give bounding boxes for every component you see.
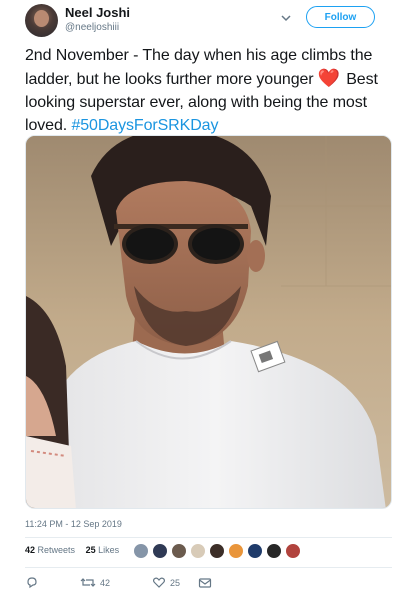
retweets-stat[interactable]: 42 Retweets: [25, 545, 75, 555]
divider: [25, 567, 392, 568]
like-count: 25: [170, 577, 181, 588]
heart-emoji: ❤️: [317, 68, 341, 88]
tweet-stats: 42 Retweets 25 Likes: [25, 545, 127, 555]
divider: [25, 537, 392, 538]
avatar[interactable]: [228, 543, 244, 559]
handle[interactable]: @neeljoshiii: [65, 22, 119, 33]
envelope-icon: [198, 577, 212, 588]
reply-button[interactable]: [25, 576, 80, 589]
likes-label: Likes: [98, 545, 120, 555]
retweet-count: 42: [100, 577, 111, 588]
tweet-text: 2nd November - The day when his age clim…: [25, 44, 395, 137]
like-button[interactable]: 25: [152, 576, 198, 589]
likes-count: 25: [85, 545, 96, 555]
reply-icon: [27, 577, 37, 589]
liker-avatars: [133, 543, 304, 559]
avatar[interactable]: [133, 543, 149, 559]
chevron-down-icon[interactable]: [280, 13, 292, 23]
likes-stat[interactable]: 25 Likes: [86, 545, 120, 555]
direct-message-button[interactable]: [198, 577, 212, 589]
tweet-actions: 42 25: [25, 576, 212, 589]
tweet-timestamp[interactable]: 11:24 PM - 12 Sep 2019: [25, 519, 122, 529]
avatar[interactable]: [247, 543, 263, 559]
avatar[interactable]: [285, 543, 301, 559]
avatar[interactable]: [171, 543, 187, 559]
avatar[interactable]: [152, 543, 168, 559]
tweet-card: Neel Joshi @neeljoshiii Follow 2nd Novem…: [0, 0, 417, 607]
retweets-label: Retweets: [37, 545, 76, 555]
retweet-button[interactable]: 42: [80, 576, 152, 589]
hashtag-link[interactable]: #50DaysForSRKDay: [71, 117, 218, 134]
display-name[interactable]: Neel Joshi: [65, 5, 130, 20]
retweet-icon: [80, 578, 96, 587]
avatar[interactable]: [266, 543, 282, 559]
avatar[interactable]: [209, 543, 225, 559]
avatar[interactable]: [25, 4, 58, 37]
retweets-count: 42: [25, 545, 36, 555]
tweet-photo[interactable]: [25, 135, 392, 509]
follow-button[interactable]: Follow: [306, 6, 375, 28]
heart-icon: [153, 577, 165, 588]
avatar[interactable]: [190, 543, 206, 559]
